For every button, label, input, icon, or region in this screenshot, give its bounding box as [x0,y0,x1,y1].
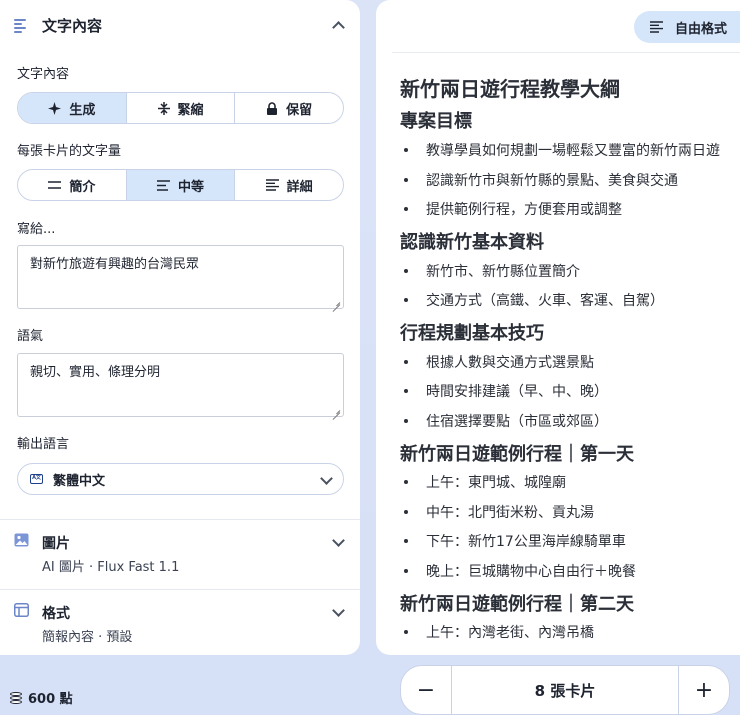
section-heading: 專案目標 [400,111,472,132]
images-section[interactable]: 圖片 AI 圖片 · Flux Fast 1.1 [0,520,360,586]
bullet-icon [404,207,408,211]
bullet-icon [404,298,408,302]
text-lines-icon [14,18,28,33]
tone-value: 親切、實用、條理分明 [30,365,161,380]
format-subtitle: 簡報內容 · 預設 [42,630,133,645]
amount-medium-label: 中等 [178,179,205,195]
mode-preserve[interactable]: 保留 [235,93,343,123]
mode-preserve-label: 保留 [286,102,313,118]
resize-handle-icon[interactable] [332,297,340,305]
section-heading: 新竹兩日遊範例行程｜第一天 [400,444,634,465]
mode-condense[interactable]: 緊縮 [127,93,236,123]
section-title: 文字內容 [42,16,103,35]
translate-icon: A文 [30,474,43,484]
short-lines-icon [48,181,62,189]
mode-generate[interactable]: 生成 [18,93,127,123]
resize-handle-icon[interactable] [332,405,340,413]
chevron-down-icon [320,472,333,485]
audience-value: 對新竹旅遊有興趣的台灣民眾 [30,257,200,272]
card-count-stepper: − 8 張卡片 + [400,665,730,715]
bullet-icon [404,419,408,423]
bullet-icon [404,178,408,182]
image-icon [14,532,29,547]
points-label: 600 點 [28,692,73,707]
detailed-lines-icon [265,179,279,191]
bullet-icon [404,360,408,364]
images-subtitle: AI 圖片 · Flux Fast 1.1 [42,560,180,575]
chevron-down-icon [332,604,345,617]
language-value: 繁體中文 [53,473,106,489]
format-section[interactable]: 格式 簡報內容 · 預設 [0,590,360,655]
mode-condense-label: 緊縮 [177,102,204,118]
amount-medium[interactable]: 中等 [126,170,236,200]
section-heading: 行程規劃基本技巧 [400,323,544,344]
decrease-cards-button[interactable]: − [401,666,451,714]
preview-panel: 自由格式 新竹兩日遊行程教學大綱 專案目標 教導學員如何規劃一場輕鬆又豐富的新竹… [376,0,740,655]
free-format-label: 自由格式 [675,21,728,37]
tone-input[interactable]: 親切、實用、條理分明 [17,353,344,417]
format-title: 格式 [42,606,70,622]
card-count-value: 8 張卡片 [451,666,679,714]
amount-label: 每張卡片的文字量 [17,144,122,159]
language-label: 輸出語言 [17,437,70,452]
amount-detailed[interactable]: 詳細 [235,170,343,200]
text-amount-selector: 簡介 中等 詳細 [17,169,344,201]
chevron-up-icon[interactable] [332,21,345,34]
text-content-section-header[interactable]: 文字內容 [0,0,360,50]
bullet-icon [404,389,408,393]
sparkle-icon [48,101,62,115]
doc-title: 新竹兩日遊行程教學大綱 [400,77,620,101]
divider [392,52,740,53]
bullet-icon [404,269,408,273]
text-mode-selector: 生成 緊縮 保留 [17,92,344,124]
settings-panel: 文字內容 文字內容 生成 緊縮 保留 每張卡片的文字量 簡介 中等 詳細 寫給.… [0,0,360,655]
align-left-icon [650,21,663,33]
free-format-button[interactable]: 自由格式 [634,11,740,43]
mode-generate-label: 生成 [69,102,96,118]
bullet-icon [404,630,408,634]
amount-brief[interactable]: 簡介 [18,170,127,200]
increase-cards-button[interactable]: + [679,666,729,714]
bullet-icon [404,539,408,543]
layout-icon [14,602,29,617]
audience-input[interactable]: 對新竹旅遊有興趣的台灣民眾 [17,245,344,309]
bullet-icon [404,480,408,484]
amount-brief-label: 簡介 [69,179,96,195]
bullet-icon [404,510,408,514]
compress-icon [157,101,170,115]
section-heading: 認識新竹基本資料 [400,232,544,253]
images-title: 圖片 [42,536,70,552]
audience-label: 寫給... [17,222,56,237]
tone-label: 語氣 [17,329,44,344]
lock-icon [266,101,278,115]
section-heading: 新竹兩日遊範例行程｜第二天 [400,594,634,615]
medium-lines-icon [157,179,170,191]
chevron-down-icon [332,534,345,547]
amount-detailed-label: 詳細 [286,179,313,195]
bullet-icon [404,148,408,152]
credits-balance: 600 點 [10,688,73,707]
coins-icon [10,691,22,704]
text-content-label: 文字內容 [17,67,70,82]
bullet-icon [404,569,408,573]
language-select[interactable]: A文 繁體中文 [17,463,344,495]
